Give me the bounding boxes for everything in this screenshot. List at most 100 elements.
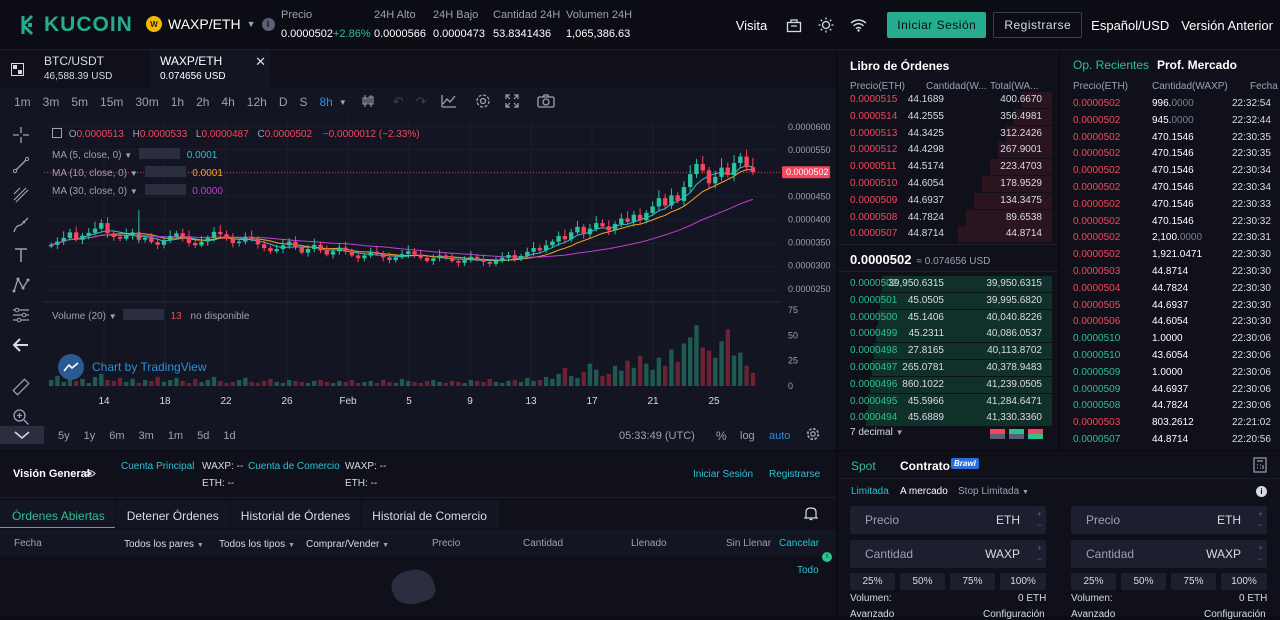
trendline-icon[interactable]	[10, 154, 32, 176]
auto-toggle[interactable]: auto	[769, 430, 790, 442]
stepper-icon[interactable]: + −	[1258, 509, 1263, 531]
login-button[interactable]: Iniciar Sesión	[887, 12, 987, 38]
buy-pct-50[interactable]: 50%	[900, 573, 945, 590]
ask-row[interactable]: 0.0000512 44.4298 267.9001	[838, 142, 1052, 159]
range-5d[interactable]: 5d	[197, 430, 209, 442]
tab-recent-trades[interactable]: Op. Recientes	[1073, 58, 1149, 72]
redo-icon[interactable]: ↷	[416, 94, 427, 110]
store-icon[interactable]	[785, 16, 803, 34]
timeframe-5m[interactable]: 5m	[71, 95, 88, 109]
sun-icon[interactable]	[817, 16, 835, 34]
timeframe-3m[interactable]: 3m	[43, 95, 60, 109]
buy-advanced[interactable]: Avanzado	[850, 609, 894, 620]
buy-qty-input[interactable]: Cantidad WAXP + −	[850, 540, 1046, 568]
range-6m[interactable]: 6m	[109, 430, 124, 442]
range-5y[interactable]: 5y	[58, 430, 70, 442]
filter-pairs[interactable]: Todos los pares ▼	[124, 539, 204, 550]
pattern-icon[interactable]	[10, 274, 32, 296]
ask-row[interactable]: 0.0000511 44.5174 223.4703	[838, 159, 1052, 176]
buy-price-input[interactable]: Precio ETH + −	[850, 506, 1046, 534]
ma-label[interactable]: MA (5, close, 0)	[52, 150, 121, 161]
bid-row[interactable]: 0.0000500 45.1406 40,040.8226	[838, 309, 1052, 327]
register-button[interactable]: Registrarse	[993, 12, 1083, 38]
timeframe-s[interactable]: S	[299, 95, 307, 109]
bid-row[interactable]: 0.0000495 45.5966 41,284.6471	[838, 393, 1052, 411]
stepper-icon[interactable]: + −	[1037, 543, 1042, 565]
nav-visita[interactable]: Visita	[736, 18, 768, 33]
timeframe-8h[interactable]: 8h	[320, 95, 333, 109]
timeframe-2h[interactable]: 2h	[196, 95, 209, 109]
kucoin-logo[interactable]: KUCOIN	[16, 13, 133, 37]
view-asks-icon[interactable]	[990, 429, 1005, 439]
ma-controls[interactable]	[144, 184, 186, 195]
filter-types[interactable]: Todos los tipos ▼	[219, 539, 295, 550]
tradingview-watermark[interactable]: Chart by TradingView	[58, 354, 207, 380]
bid-row[interactable]: 0.0000498 27.8165 40,113.8702	[838, 343, 1052, 360]
tab-order-history[interactable]: Historial de Órdenes	[230, 500, 361, 528]
close-icon[interactable]: ✕	[255, 54, 266, 70]
info-icon[interactable]: i	[1256, 486, 1267, 497]
percent-toggle[interactable]: %	[716, 429, 727, 443]
range-1y[interactable]: 1y	[84, 430, 96, 442]
ask-row[interactable]: 0.0000508 44.7824 89.6538	[838, 209, 1052, 227]
sell-price-input[interactable]: Precio ETH + −	[1071, 506, 1267, 534]
bid-row[interactable]: 0.0000499 45.2311 40,086.0537	[838, 326, 1052, 343]
pair-selector[interactable]: W WAXP/ETH ▼ i	[146, 16, 275, 32]
range-1m[interactable]: 1m	[168, 430, 183, 442]
sell-qty-input[interactable]: Cantidad WAXP + −	[1071, 540, 1267, 568]
type-market[interactable]: A mercado	[900, 486, 948, 497]
bid-row[interactable]: 0.0000501 45.0505 39,995.6820	[838, 292, 1052, 310]
all-link[interactable]: Todo	[797, 565, 819, 576]
range-3m[interactable]: 3m	[139, 430, 154, 442]
view-bids-icon[interactable]	[1009, 429, 1024, 439]
log-toggle[interactable]: log	[740, 430, 755, 442]
main-account-link[interactable]: Cuenta Principal	[121, 461, 194, 472]
buy-pct-25[interactable]: 25%	[850, 573, 895, 590]
tab-open-orders[interactable]: Órdenes Abiertas	[0, 500, 115, 528]
ma-label[interactable]: MA (30, close, 0)	[52, 186, 127, 197]
settings-icon[interactable]	[475, 93, 491, 112]
fib-icon[interactable]	[10, 184, 32, 206]
view-both-icon[interactable]	[1028, 429, 1043, 439]
timeframe-12h[interactable]: 12h	[247, 95, 267, 109]
stepper-icon[interactable]: + −	[1258, 543, 1263, 565]
crosshair-icon[interactable]	[10, 124, 32, 146]
timeframe-15m[interactable]: 15m	[100, 95, 123, 109]
filter-side[interactable]: Comprar/Vender ▼	[306, 539, 389, 550]
buy-pct-75[interactable]: 75%	[950, 573, 995, 590]
trade-account-link[interactable]: Cuenta de Comercio	[248, 461, 340, 472]
ma-controls[interactable]	[138, 148, 180, 159]
tab-contract[interactable]: Contrato	[900, 459, 950, 473]
ask-row[interactable]: 0.0000510 44.6054 178.9529	[838, 176, 1052, 193]
range-1d[interactable]: 1d	[223, 430, 235, 442]
measure-icon[interactable]	[10, 304, 32, 326]
decimal-selector[interactable]: 7 decimal ▼	[850, 427, 904, 438]
text-tool-icon[interactable]	[10, 244, 32, 266]
old-version-link[interactable]: Versión Anterior	[1181, 18, 1273, 33]
bid-row[interactable]: 0.0000496 860.1022 41,239.0505	[838, 376, 1052, 394]
language-selector[interactable]: Español/USD	[1091, 18, 1169, 33]
brush-icon[interactable]	[10, 214, 32, 236]
stepper-icon[interactable]: + −	[1037, 509, 1042, 531]
layout-icon[interactable]	[0, 50, 34, 88]
wifi-icon[interactable]	[849, 16, 867, 34]
overview-login[interactable]: Iniciar Sesión	[693, 469, 753, 480]
info-icon[interactable]: i	[261, 17, 275, 31]
sell-config[interactable]: Configuración	[1204, 609, 1266, 620]
undo-icon[interactable]: ↶	[393, 94, 404, 110]
collapse-icon[interactable]	[52, 128, 62, 138]
ask-row[interactable]: 0.0000509 44.6937 134.3475	[838, 192, 1052, 210]
sell-pct-100[interactable]: 100%	[1221, 573, 1267, 590]
calculator-icon[interactable]	[1252, 457, 1268, 476]
tab-stop-orders[interactable]: Detener Órdenes	[116, 500, 229, 528]
sell-pct-50[interactable]: 50%	[1121, 573, 1166, 590]
chevron-down-icon[interactable]: ▼	[339, 98, 347, 107]
camera-icon[interactable]	[536, 93, 555, 111]
cancel-all-link[interactable]: Cancelar	[779, 538, 819, 549]
timeframe-1h[interactable]: 1h	[171, 95, 184, 109]
timeframe-d[interactable]: D	[279, 95, 288, 109]
ruler-icon[interactable]	[10, 376, 32, 398]
eye-icon[interactable]	[84, 469, 96, 481]
ask-row[interactable]: 0.0000513 44.3425 312.2426	[838, 125, 1052, 143]
buy-pct-100[interactable]: 100%	[1000, 573, 1046, 590]
